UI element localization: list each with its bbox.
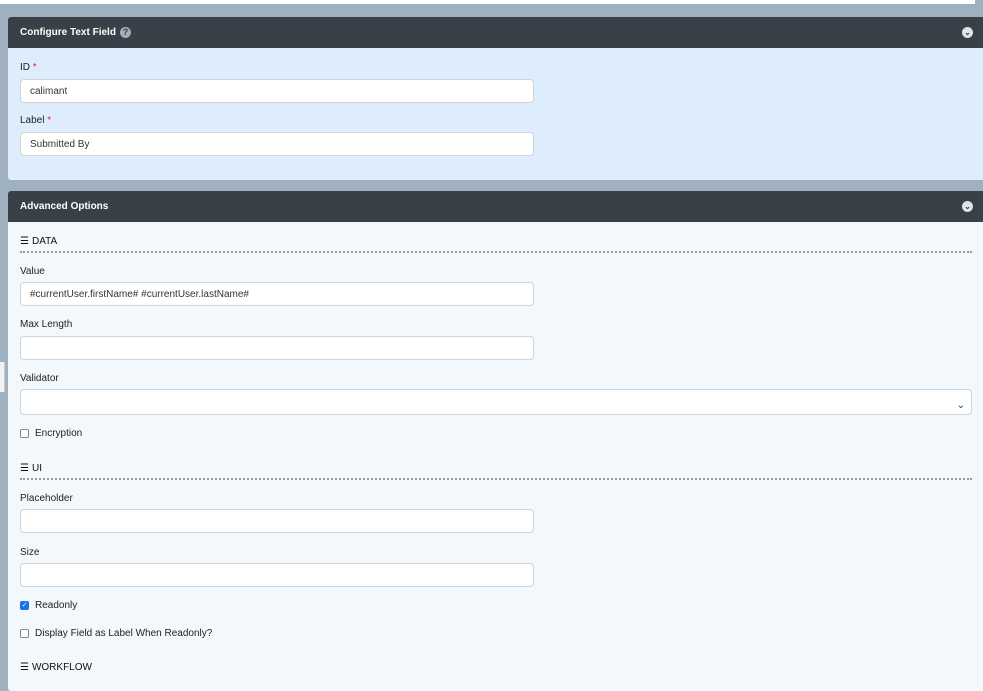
layers-icon: ☰: [20, 236, 29, 247]
value-label: Value: [20, 266, 45, 277]
collapsed-side-handle[interactable]: [0, 362, 5, 392]
panel-title: Advanced Options: [20, 201, 109, 212]
layers-icon: ☰: [20, 463, 29, 474]
label-label: Label *: [20, 115, 52, 126]
placeholder-label: Placeholder: [20, 493, 73, 504]
size-input[interactable]: [20, 563, 534, 587]
panel-header[interactable]: Configure Text Field ? ⌄: [8, 17, 983, 48]
max-length-label: Max Length: [20, 319, 73, 330]
placeholder-input[interactable]: [20, 509, 534, 533]
id-label: ID *: [20, 62, 37, 73]
encryption-checkbox[interactable]: Encryption: [20, 428, 82, 439]
panel-header[interactable]: Advanced Options ⌄: [8, 191, 983, 222]
chevron-down-icon: ⌄: [956, 400, 965, 411]
ui-section-header: ☰ UI: [20, 463, 972, 480]
top-strip: [0, 0, 975, 4]
data-section-header: ☰ DATA: [20, 236, 972, 253]
checkbox-box[interactable]: [20, 429, 29, 438]
validator-select[interactable]: ⌄: [20, 389, 972, 415]
layers-icon: ☰: [20, 662, 29, 673]
id-input[interactable]: [20, 79, 534, 103]
checkbox-box-checked[interactable]: ✓: [20, 601, 29, 610]
max-length-input[interactable]: [20, 336, 534, 360]
advanced-options-panel: Advanced Options ⌄ ☰DATA Value Max Lengt…: [8, 191, 983, 691]
panel-title: Configure Text Field: [20, 27, 116, 38]
readonly-checkbox[interactable]: ✓ Readonly: [20, 600, 77, 611]
value-input[interactable]: [20, 282, 534, 306]
workflow-section-header: ☰ WORKFLOW: [20, 662, 92, 673]
label-input[interactable]: [20, 132, 534, 156]
configure-text-field-panel: Configure Text Field ? ⌄ ID * Label *: [8, 17, 983, 180]
display-label-readonly-checkbox[interactable]: Display Field as Label When Readonly?: [20, 628, 212, 639]
help-icon[interactable]: ?: [119, 27, 131, 38]
size-label: Size: [20, 547, 40, 558]
chevron-down-icon[interactable]: ⌄: [962, 27, 973, 38]
validator-label: Validator: [20, 373, 59, 384]
chevron-down-icon[interactable]: ⌄: [962, 201, 973, 212]
checkbox-box[interactable]: [20, 629, 29, 638]
